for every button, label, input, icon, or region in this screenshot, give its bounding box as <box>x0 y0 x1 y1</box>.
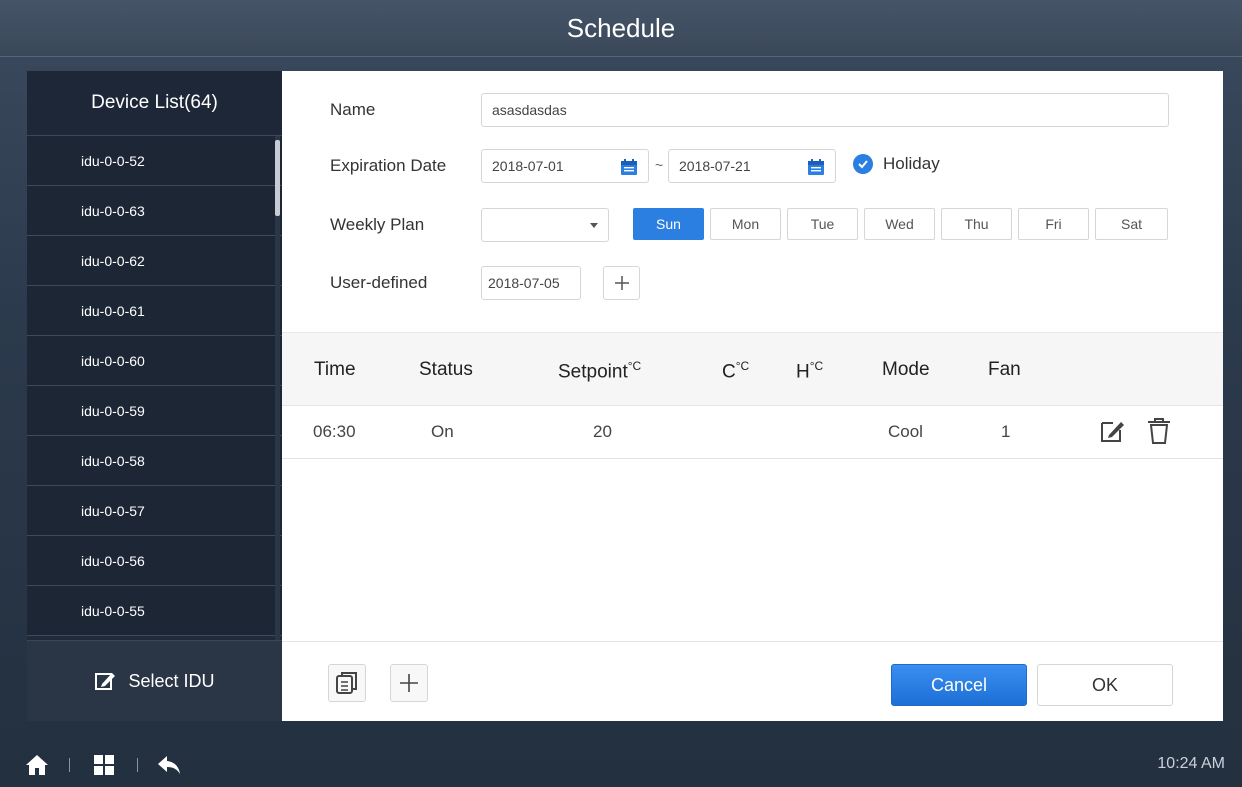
col-time: Time <box>314 359 356 380</box>
col-fan: Fan <box>988 359 1021 380</box>
device-list-item[interactable]: idu-0-0-55 <box>27 586 282 636</box>
weekly-plan-label: Weekly Plan <box>330 215 425 234</box>
name-label: Name <box>330 100 376 119</box>
add-row-button[interactable] <box>390 664 428 702</box>
weekly-plan-select[interactable] <box>481 208 609 242</box>
col-cool-unit: °C <box>735 359 750 373</box>
col-heat: H°C <box>796 359 823 383</box>
ok-button[interactable]: OK <box>1037 664 1173 706</box>
holiday-checkbox[interactable]: Holiday <box>853 154 940 174</box>
col-status: Status <box>419 359 473 380</box>
end-date-value: 2018-07-21 <box>679 158 751 174</box>
cell-mode: Cool <box>888 422 923 441</box>
device-label: idu-0-0-59 <box>81 402 145 419</box>
day-toggle-mon[interactable]: Mon <box>710 208 781 240</box>
date-range-separator: ~ <box>655 157 664 173</box>
user-defined-label: User-defined <box>330 273 428 292</box>
device-list-header: Device List(64) <box>27 71 282 136</box>
device-list-item[interactable]: idu-0-0-58 <box>27 436 282 486</box>
schedule-editor: Name asasdasdas Expiration Date 2018-07-… <box>282 71 1223 721</box>
device-label: idu-0-0-55 <box>81 602 145 619</box>
device-label: idu-0-0-62 <box>81 252 145 269</box>
device-label: idu-0-0-58 <box>81 452 145 469</box>
checkmark-icon <box>853 154 873 174</box>
device-label: idu-0-0-52 <box>81 152 145 169</box>
col-heat-unit: °C <box>809 359 824 373</box>
name-value: asasdasdas <box>492 102 567 118</box>
device-list[interactable]: idu-0-0-52 idu-0-0-63 idu-0-0-62 idu-0-0… <box>27 136 282 640</box>
col-setpoint: Setpoint°C <box>558 359 641 383</box>
col-mode: Mode <box>882 359 930 380</box>
day-toggle-sun[interactable]: Sun <box>633 208 704 240</box>
device-list-item[interactable]: idu-0-0-60 <box>27 336 282 386</box>
device-list-item[interactable]: idu-0-0-59 <box>27 386 282 436</box>
device-list-item[interactable]: idu-0-0-63 <box>27 186 282 236</box>
page-title: Schedule <box>566 12 676 43</box>
device-list-item[interactable]: idu-0-0-62 <box>27 236 282 286</box>
device-list-item[interactable]: idu-0-0-57 <box>27 486 282 536</box>
start-date-input[interactable]: 2018-07-01 <box>481 149 649 183</box>
device-label: idu-0-0-63 <box>81 202 145 219</box>
edit-icon <box>95 673 116 690</box>
add-date-button[interactable] <box>603 266 640 300</box>
cell-fan: 1 <box>1001 422 1011 441</box>
copy-button[interactable] <box>328 664 366 702</box>
col-cool-label: C <box>722 361 736 383</box>
expiration-date-label: Expiration Date <box>330 156 447 175</box>
cancel-button[interactable]: Cancel <box>891 664 1027 706</box>
device-label: idu-0-0-60 <box>81 352 145 369</box>
trash-icon[interactable] <box>1147 417 1171 445</box>
taskbar: 10:24 AM <box>0 742 1242 787</box>
divider <box>137 758 138 772</box>
cell-time: 06:30 <box>313 422 356 441</box>
device-list-item[interactable]: idu-0-0-56 <box>27 536 282 586</box>
title-bar: Schedule <box>0 0 1242 57</box>
user-defined-date-value: 2018-07-05 <box>488 275 560 291</box>
day-toggle-thu[interactable]: Thu <box>941 208 1012 240</box>
device-list-item[interactable]: idu-0-0-52 <box>27 136 282 186</box>
day-toggle-fri[interactable]: Fri <box>1018 208 1089 240</box>
plus-icon <box>614 276 629 290</box>
edit-icon[interactable] <box>1099 418 1125 444</box>
editor-footer: Cancel OK <box>282 641 1223 721</box>
cell-setpoint: 20 <box>593 422 612 441</box>
plus-icon <box>400 674 418 692</box>
day-toggle-wed[interactable]: Wed <box>864 208 935 240</box>
day-toggle-tue[interactable]: Tue <box>787 208 858 240</box>
col-cool: C°C <box>722 359 749 383</box>
end-date-input[interactable]: 2018-07-21 <box>668 149 836 183</box>
col-setpoint-label: Setpoint <box>558 361 628 383</box>
device-label: idu-0-0-61 <box>81 302 145 319</box>
divider <box>69 758 70 772</box>
grid-icon[interactable] <box>92 753 116 777</box>
copy-icon <box>336 672 357 694</box>
day-toggle-sat[interactable]: Sat <box>1095 208 1168 240</box>
back-icon[interactable] <box>157 753 181 777</box>
chevron-down-icon <box>590 223 598 228</box>
start-date-value: 2018-07-01 <box>492 158 564 174</box>
scrollbar-thumb[interactable] <box>275 140 280 216</box>
device-label: idu-0-0-56 <box>81 552 145 569</box>
device-list-item[interactable]: idu-0-0-61 <box>27 286 282 336</box>
select-idu-label: Select IDU <box>128 670 215 691</box>
device-sidebar: Device List(64) idu-0-0-52 idu-0-0-63 id… <box>27 71 282 721</box>
name-input[interactable]: asasdasdas <box>481 93 1169 127</box>
calendar-icon[interactable] <box>807 158 825 176</box>
select-idu-button[interactable]: Select IDU <box>27 641 282 721</box>
user-defined-date-input[interactable]: 2018-07-05 <box>481 266 581 300</box>
home-icon[interactable] <box>25 753 49 777</box>
col-heat-label: H <box>796 361 810 383</box>
schedule-table-header: Time Status Setpoint°C C°C H°C Mode Fan <box>282 332 1223 406</box>
device-label: idu-0-0-57 <box>81 502 145 519</box>
holiday-label: Holiday <box>883 154 940 173</box>
cell-status: On <box>431 422 454 441</box>
calendar-icon[interactable] <box>620 158 638 176</box>
table-row: 06:30 On 20 Cool 1 <box>282 404 1223 459</box>
clock: 10:24 AM <box>1157 755 1225 772</box>
col-setpoint-unit: °C <box>627 359 642 373</box>
